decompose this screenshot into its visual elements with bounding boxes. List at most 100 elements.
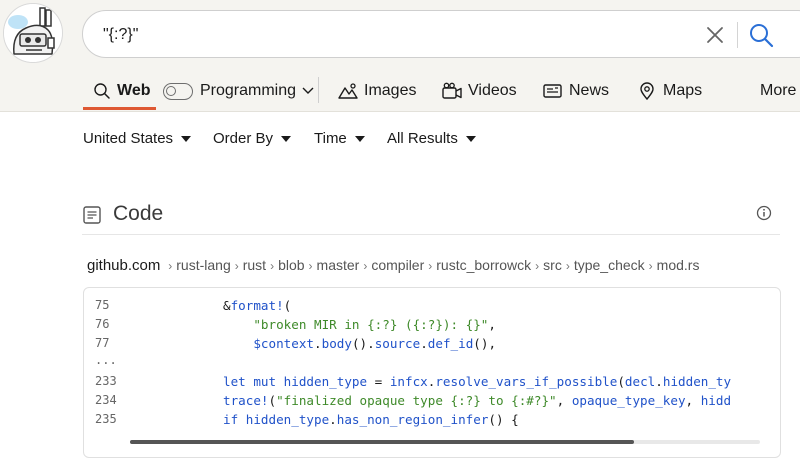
result-breadcrumb[interactable]: github.com › rust-lang › rust › blob › master › c… [87,257,699,274]
code-token: hidden_type [283,374,368,389]
code-line: 75 &format!( [84,298,780,317]
caret-down-icon [354,135,365,142]
breadcrumb-separator: › [565,259,570,273]
horizontal-scrollbar-thumb[interactable] [130,440,634,444]
code-line: 235 if hidden_type.has_non_region_infer()… [84,412,780,431]
line-number: 233 [95,374,117,388]
search-box [82,10,800,58]
header-bar: Web Programming Images [0,0,800,112]
tab-programming[interactable]: Programming [163,74,321,108]
search-divider [737,22,738,48]
caret-down-icon [465,135,476,142]
code-token: body [321,336,352,351]
region-filter[interactable]: United States [83,130,192,147]
code-token: ( [617,374,625,389]
code-text: if hidden_type.has_non_region_infer() { [223,412,519,427]
breadcrumb-segment: mod.rs [656,257,700,273]
programming-toggle[interactable] [163,82,193,100]
code-text: $context.body().source.def_id(), [223,336,496,351]
code-token: "finalized opaque type {:?} to {:#?}" [276,393,557,408]
chevron-down-icon [302,87,314,94]
code-section-header: Code [82,202,780,228]
caret-down-icon [181,135,192,142]
result-path: › rust-lang › rust › blob › master › compiler › rus… [164,257,699,273]
code-token: has_non_region_infer [336,412,489,427]
breadcrumb-segment: type_check [573,257,645,273]
code-line: 76 "broken MIR in {:?} ({:?}): {}", [84,317,780,336]
search-button[interactable] [747,21,775,49]
tab-web-label: Web [117,82,151,99]
breadcrumb-separator: › [428,259,433,273]
breadcrumb-segment: rust-lang [176,257,231,273]
tab-videos[interactable]: Videos [442,74,517,108]
tab-more-label: More [760,82,797,99]
code-token: trace! [223,393,269,408]
code-text: &format!( [223,298,291,313]
breadcrumb-separator: › [308,259,313,273]
tab-images[interactable]: Images [338,74,416,108]
code-token: . [655,374,663,389]
breadcrumb-segment: rust [242,257,267,273]
code-token: , [488,317,496,332]
code-token: "broken MIR in {:?} ({:?}): {}" [253,317,489,332]
code-token: . [420,336,428,351]
code-token: def_id [427,336,474,351]
order-filter[interactable]: Order By [213,130,292,147]
code-token: ( [283,298,292,313]
code-token: if [223,412,239,427]
code-token: , [556,393,572,408]
breadcrumb-separator: › [535,259,540,273]
clear-search-button[interactable] [703,23,727,47]
code-text: let mut hidden_type = infcx. resolve_vars… [223,374,731,389]
code-token: let mut [223,374,277,389]
toggle-knob [166,85,176,96]
code-text: "broken MIR in {:?} ({:?}): {}", [223,317,496,332]
line-number: 76 [95,317,110,331]
code-token: infcx [389,374,428,389]
tab-news[interactable]: News [543,74,609,108]
code-token: . [314,336,322,351]
line-number: 235 [95,412,117,426]
code-token: hidden_type [245,412,330,427]
code-token: () { [488,412,519,427]
section-divider [82,234,780,235]
tab-images-label: Images [364,82,417,99]
tab-more[interactable]: More [760,74,796,108]
code-token: hidd [700,393,732,408]
time-filter[interactable]: Time [314,130,365,147]
active-tab-indicator [83,107,156,110]
code-token: & [223,298,231,313]
image-icon [338,83,358,99]
results-filter[interactable]: All Results [387,130,476,147]
code-line: 233 let mut hidden_type = infcx. resolve_v… [84,374,780,393]
code-token: format! [230,298,284,313]
code-token: $context [253,336,315,351]
map-pin-icon [640,82,654,101]
breadcrumb-separator: › [648,259,653,273]
code-token: , [685,393,701,408]
caret-down-icon [281,135,292,142]
breadcrumb-segment: blob [278,257,305,273]
code-token: decl [624,374,656,389]
code-token: source [374,336,421,351]
duckduckgo-logo[interactable] [3,3,63,63]
tab-maps-label: Maps [663,82,703,99]
code-document-icon [83,206,101,224]
news-icon [543,84,562,98]
tab-web[interactable]: Web [93,74,150,108]
close-icon [707,27,723,43]
line-number: ... [95,353,117,367]
code-snippet-card[interactable]: 75 &format!(76 "broken MIR in {:?} ({:?})… [83,287,781,458]
info-icon[interactable] [756,205,772,221]
tab-maps[interactable]: Maps [637,74,702,108]
line-number: 75 [95,298,110,312]
video-icon [442,82,462,99]
breadcrumb-segment: compiler [371,257,425,273]
breadcrumb-segment: rustc_borrowck [436,257,532,273]
breadcrumb-separator: › [270,259,275,273]
breadcrumb-segment: src [543,257,562,273]
search-input[interactable] [103,23,663,47]
